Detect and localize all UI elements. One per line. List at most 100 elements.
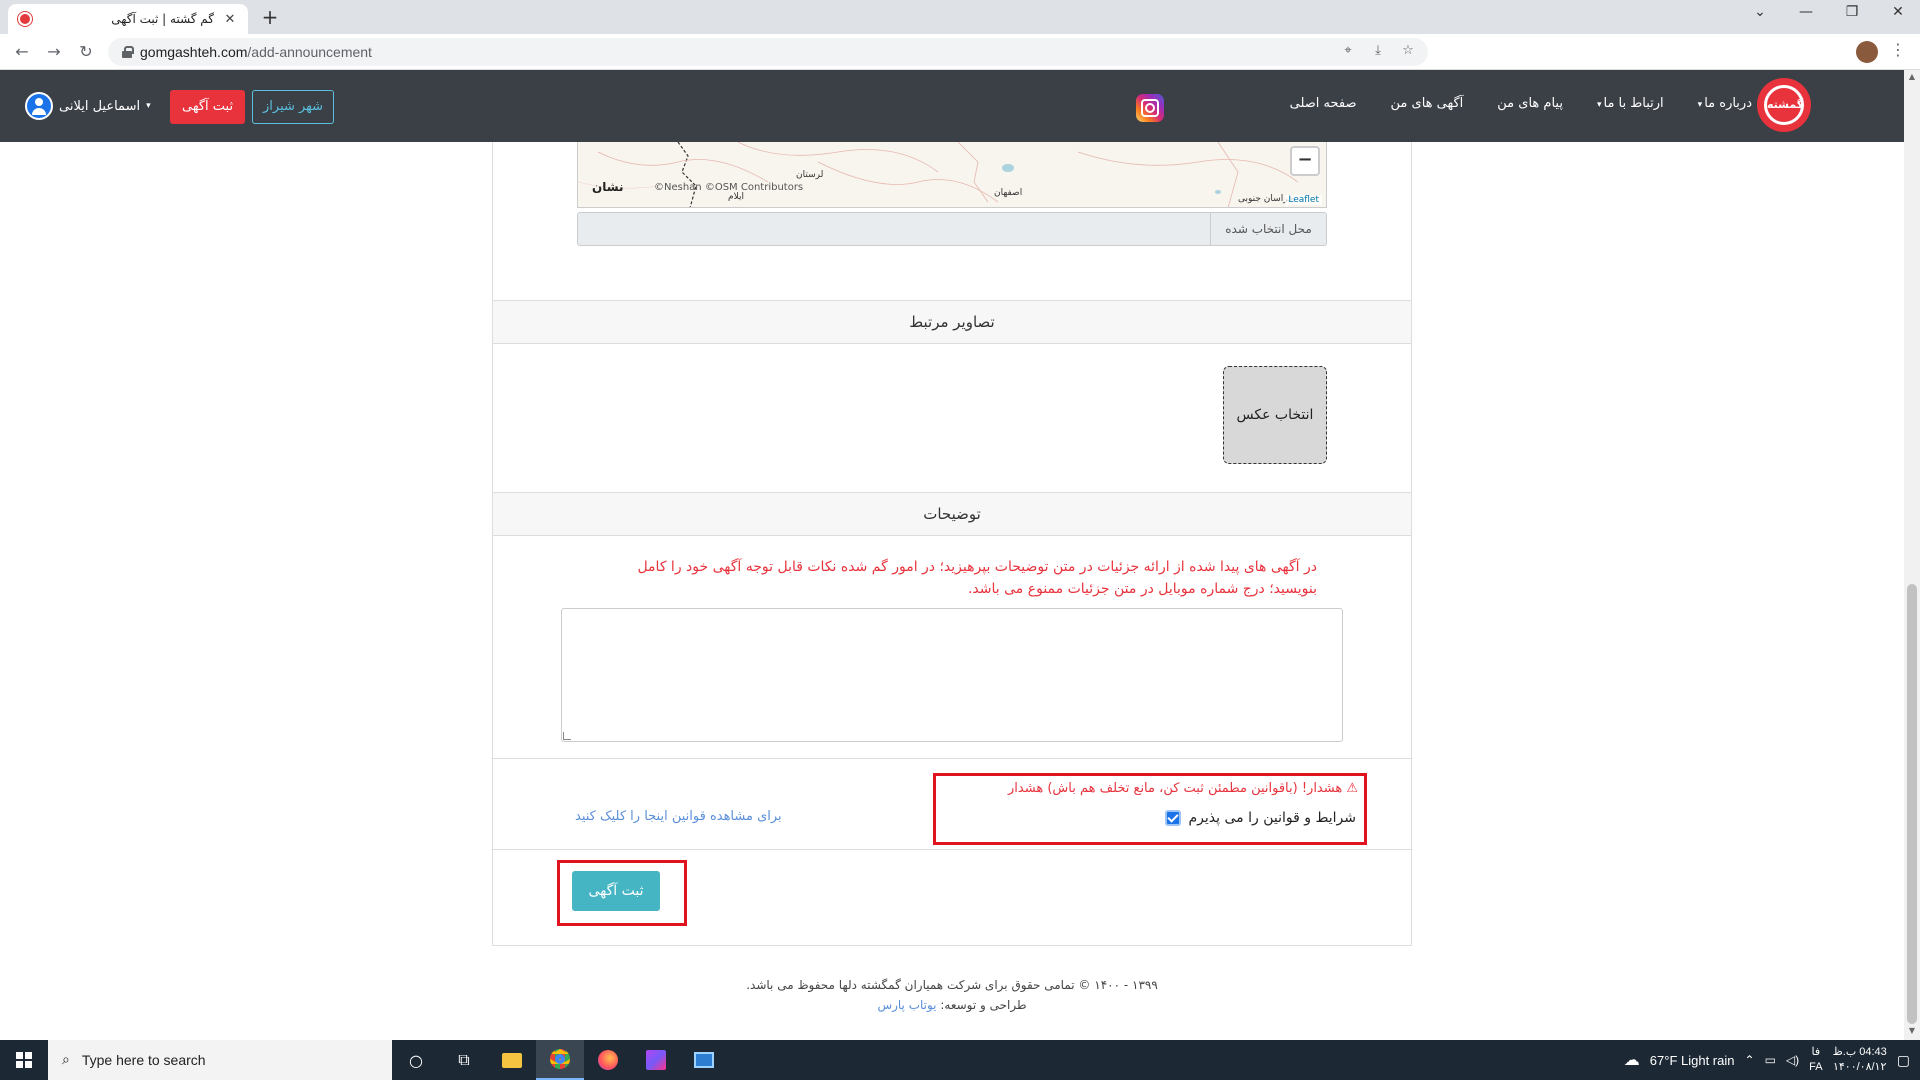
install-icon[interactable]: ⤓ [1370, 43, 1386, 59]
images-section-title: تصاویر مرتبط [493, 300, 1411, 344]
nav-about[interactable]: درباره ما▾ [1698, 96, 1752, 111]
submit-highlight-box: ثبت آگهی [557, 860, 687, 926]
city-button[interactable]: شهر شیراز [252, 90, 335, 124]
back-icon[interactable]: ← [10, 40, 34, 64]
scroll-down-icon[interactable]: ▼ [1907, 1026, 1917, 1035]
windows-icon[interactable] [0, 1040, 48, 1080]
minimize-button[interactable]: — [1786, 4, 1826, 20]
close-window-button[interactable]: ✕ [1878, 4, 1918, 20]
address-toolbar: ← → ↻ gomgashteh.com/add-announcement ⌖ … [0, 34, 1920, 94]
map-label: لرستان [796, 170, 824, 180]
nav-contact[interactable]: ارتباط با ما▾ [1597, 96, 1664, 111]
description-section-title: توضیحات [493, 492, 1411, 536]
accept-terms[interactable]: شرایط و قوانین را می پذیرم [1164, 810, 1357, 826]
nav-home[interactable]: صفحه اصلی [1290, 96, 1357, 111]
accept-terms-label[interactable]: شرایط و قوانین را می پذیرم [1189, 810, 1357, 826]
profile-avatar[interactable] [1856, 41, 1878, 63]
nav-about-label: درباره ما [1704, 96, 1752, 111]
footer-credit: طراحی و توسعه: یوتاب پارس [0, 998, 1904, 1012]
input-language-code: FA [1809, 1061, 1823, 1073]
footer-copyright: ۱۳۹۹ - ۱۴۰۰ © تمامی حقوق برای شرکت همیار… [746, 978, 1158, 992]
cloud-rain-icon: ☁ [1623, 1052, 1640, 1069]
user-name: اسماعیل ایلانی [59, 98, 141, 114]
location-icon[interactable]: ⌖ [1340, 43, 1356, 59]
windows-taskbar: ⌕ Type here to search ○ ⧉ ☁ 67°F Light r… [0, 1040, 1920, 1080]
reload-icon[interactable]: ↻ [74, 40, 98, 64]
scroll-up-icon[interactable]: ▲ [1907, 72, 1917, 81]
phpstorm-icon[interactable] [632, 1040, 680, 1080]
weather-text[interactable]: 67°F Light rain [1650, 1053, 1735, 1068]
map-tiles [578, 142, 1299, 207]
chevron-down-icon: ▾ [1697, 100, 1703, 110]
logo-text: گمشته [1764, 85, 1804, 125]
nav-contact-label: ارتباط با ما [1603, 96, 1664, 111]
task-view-icon[interactable]: ⧉ [440, 1040, 488, 1080]
terms-row: ⚠ هشدار! (باقوانین مطمئن ثبت کن، مانع تخ… [493, 758, 1411, 850]
nav-my-ads[interactable]: آگهی های من [1391, 96, 1464, 111]
chevron-down-icon: ▾ [146, 101, 151, 111]
input-language[interactable]: فا FA [1809, 1045, 1822, 1075]
register-ad-button[interactable]: ثبت آگهی [170, 90, 246, 124]
url-bar[interactable]: gomgashteh.com/add-announcement ⌖ ⤓ ☆ [108, 38, 1428, 66]
chrome-icon[interactable] [536, 1040, 584, 1080]
choose-photo-button[interactable]: انتخاب عکس [1223, 366, 1327, 464]
description-textarea[interactable] [561, 608, 1343, 742]
url-host: gomgashteh.com [140, 44, 248, 60]
chevron-up-icon[interactable]: ⌃ [1745, 1053, 1755, 1067]
browser-tab-strip: گم گشته | ثبت آگهی ✕ + ⌄ — ❐ ✕ [0, 0, 1920, 34]
taskbar-search-placeholder: Type here to search [81, 1052, 206, 1068]
star-icon[interactable]: ☆ [1400, 43, 1416, 59]
volume-icon[interactable]: ◁) [1786, 1053, 1799, 1067]
instagram-icon[interactable] [1136, 94, 1164, 122]
terms-highlight-box: ⚠ هشدار! (باقوانین مطمئن ثبت کن، مانع تخ… [933, 773, 1367, 845]
file-explorer-icon[interactable] [488, 1040, 536, 1080]
input-language-label: فا [1811, 1046, 1821, 1058]
url-path: /add-announcement [247, 44, 372, 60]
close-tab-icon[interactable]: ✕ [222, 12, 238, 27]
accept-terms-checkbox[interactable] [1164, 810, 1181, 826]
taskbar-search[interactable]: ⌕ Type here to search [48, 1040, 392, 1080]
map-label: اصفهان [994, 188, 1023, 198]
description-warning: در آگهی های پیدا شده از ارائه جزئیات در … [637, 559, 1317, 597]
map-attribution: ©Neshan ©OSM Contributors [654, 182, 804, 193]
selected-location-input [578, 213, 1208, 245]
selected-location-label: محل انتخاب شده [1210, 213, 1326, 245]
form-panel: − لرستان ایلام اصفهان خراسان جنوبی نشان … [492, 142, 1412, 946]
forward-icon[interactable]: → [42, 40, 66, 64]
cortana-icon[interactable]: ○ [392, 1040, 440, 1080]
chevron-down-icon: ▾ [1596, 100, 1602, 110]
search-icon: ⌕ [62, 1052, 70, 1068]
nav-my-messages[interactable]: پیام های من [1497, 96, 1563, 111]
maximize-button[interactable]: ❐ [1832, 4, 1872, 20]
lock-icon[interactable] [122, 46, 134, 58]
map-label: ایلام [728, 192, 744, 202]
site-header: گمشته صفحه اصلی آگهی های من پیام های من … [0, 70, 1904, 142]
site-logo[interactable]: گمشته [1757, 78, 1811, 132]
page-scrollbar[interactable]: ▲ ▼ [1904, 70, 1920, 1040]
photos-icon[interactable] [680, 1040, 728, 1080]
terms-warning: ⚠ هشدار! (باقوانین مطمئن ثبت کن، مانع تخ… [1008, 781, 1358, 796]
resize-handle[interactable] [563, 732, 571, 740]
scroll-thumb[interactable] [1907, 584, 1917, 1024]
tab-search-icon[interactable]: ⌄ [1740, 4, 1780, 20]
taskbar-clock[interactable]: 04:43 ب.ظ ۱۴۰۰/۰۸/۱۲ [1833, 1045, 1887, 1075]
view-rules-link[interactable]: برای مشاهده قوانین اینجا را کلیک کنید [575, 809, 782, 824]
submit-ad-button[interactable]: ثبت آگهی [572, 871, 660, 911]
zoom-out-button[interactable]: − [1290, 146, 1320, 176]
browser-tab[interactable]: گم گشته | ثبت آگهی ✕ [8, 4, 248, 34]
selected-location-field: محل انتخاب شده [577, 212, 1327, 246]
notifications-icon[interactable]: ▢ [1897, 1052, 1910, 1069]
location-map[interactable]: − لرستان ایلام اصفهان خراسان جنوبی نشان … [577, 142, 1327, 208]
system-tray: ☁ 67°F Light rain ⌃ ▭ ◁) فا FA 04:43 ب.ظ ۱… [1624, 1040, 1920, 1080]
menu-icon[interactable]: ⋮ [1890, 40, 1906, 59]
neshan-logo: نشان [592, 180, 624, 194]
leaflet-link[interactable]: Leaflet [1285, 195, 1322, 205]
footer-credit-prefix: طراحی و توسعه: [936, 998, 1027, 1012]
main-nav: صفحه اصلی آگهی های من پیام های من ارتباط… [1290, 96, 1752, 111]
user-menu[interactable]: اسماعیل ایلانی ▾ [25, 92, 151, 120]
developer-link[interactable]: یوتاب پارس [877, 998, 936, 1012]
new-tab-button[interactable]: + [258, 6, 282, 30]
tab-title: گم گشته | ثبت آگهی [111, 12, 214, 26]
firefox-icon[interactable] [584, 1040, 632, 1080]
network-icon[interactable]: ▭ [1765, 1053, 1776, 1067]
